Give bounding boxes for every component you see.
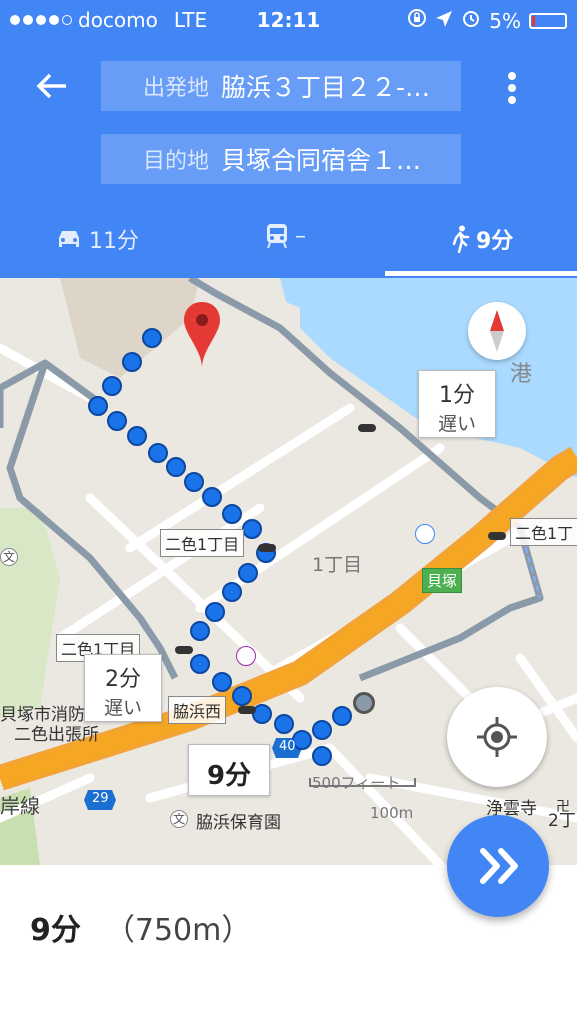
- alt-route-2-note: 遅い: [103, 697, 142, 719]
- directions-header: 出発地 脇浜３丁目２２-… 目的地 貝塚合同宿舎１… 11分 – 9分: [0, 38, 577, 278]
- route-dot: [142, 328, 162, 348]
- route-dot: [222, 504, 242, 524]
- start-navigation-button[interactable]: [447, 815, 549, 917]
- route-dot: [222, 582, 242, 602]
- walking-icon: [452, 225, 470, 253]
- back-arrow-icon: [36, 73, 66, 99]
- alt-route-1-time: 1分: [439, 383, 475, 408]
- school-icon: 文: [170, 810, 188, 828]
- tab-transit[interactable]: –: [265, 223, 306, 249]
- route-dot: [232, 686, 252, 706]
- travel-mode-tabs: 11分 – 9分: [0, 208, 577, 268]
- tab-car[interactable]: 11分: [55, 223, 139, 255]
- label-route-40: 40: [279, 739, 296, 754]
- walk-duration: 9分: [476, 229, 514, 254]
- route-dot: [292, 730, 312, 750]
- route-start-marker: [353, 692, 375, 714]
- route-dot: [184, 472, 204, 492]
- scale-feet: 500フィート: [312, 774, 401, 792]
- active-tab-indicator: [385, 271, 577, 276]
- shopping-icon: [236, 646, 256, 666]
- label-nishiki-right: 二色1丁: [510, 518, 577, 546]
- route-distance: （750m）: [104, 913, 252, 948]
- label-shore-line: 岸線: [0, 794, 40, 818]
- label-nursery: 脇浜保育園: [196, 813, 281, 833]
- map-view[interactable]: 港 1丁目 貝塚市消防 二色出張所 脇浜保育園 浄雲寺 2丁 岸線 29 40 …: [0, 278, 577, 865]
- more-vert-icon: [508, 72, 516, 104]
- label-nishiki1: 二色1丁目: [160, 529, 245, 557]
- car-duration: 11分: [89, 229, 139, 254]
- route-dot: [190, 621, 210, 641]
- traffic-light-icon: [175, 646, 193, 654]
- origin-label: 出発地: [142, 76, 209, 101]
- alarm-icon: [461, 8, 481, 33]
- double-chevron-right-icon: [480, 848, 518, 884]
- route-dot: [274, 714, 294, 734]
- origin-field[interactable]: 出発地 脇浜３丁目２２-…: [101, 61, 461, 111]
- battery-icon: [529, 12, 567, 29]
- route-dot: [242, 519, 262, 539]
- route-dot: [148, 443, 168, 463]
- status-bar: docomo LTE 12:11 5%: [0, 0, 577, 38]
- route-dot: [102, 376, 122, 396]
- origin-value: 脇浜３丁目２２-…: [221, 73, 431, 102]
- route-dot: [190, 654, 210, 674]
- route-dot: [122, 352, 142, 372]
- train-icon: [267, 224, 287, 249]
- route-dot: [238, 563, 258, 583]
- my-location-button[interactable]: [447, 687, 547, 787]
- route-dot: [166, 457, 186, 477]
- main-route-time: 9分: [206, 761, 252, 791]
- route-dot: [202, 487, 222, 507]
- destination-value: 貝塚合同宿舎１…: [221, 146, 422, 175]
- label-kaizuka: 貝塚: [422, 568, 463, 593]
- temple-icon: 卍: [556, 799, 570, 815]
- route-dot: [88, 396, 108, 416]
- route-dot: [127, 426, 147, 446]
- destination-field[interactable]: 目的地 貝塚合同宿舎１…: [101, 134, 461, 184]
- traffic-light-icon: [488, 532, 506, 540]
- label-minato: 港: [510, 362, 533, 387]
- route-dot: [312, 720, 332, 740]
- compass-button[interactable]: [468, 302, 526, 360]
- label-wakihama-nishi: 脇浜西: [168, 696, 227, 724]
- more-options-button[interactable]: [500, 68, 524, 108]
- route-dot: [205, 602, 225, 622]
- traffic-light-icon: [258, 544, 276, 552]
- battery-percent: 5%: [489, 8, 521, 33]
- gas-station-icon: [415, 524, 435, 544]
- destination-pin-icon: [184, 302, 220, 368]
- transit-duration: –: [295, 223, 306, 249]
- alt-route-bubble-2[interactable]: 2分 遅い: [84, 654, 162, 722]
- route-dot: [332, 706, 352, 726]
- scale-meters: 100m: [370, 804, 414, 822]
- car-icon: [59, 231, 79, 247]
- my-location-icon: [477, 717, 517, 757]
- route-dot: [312, 746, 332, 766]
- destination-label: 目的地: [142, 149, 209, 174]
- compass-icon: [490, 310, 504, 352]
- label-chome1: 1丁目: [312, 554, 363, 576]
- main-route-bubble[interactable]: 9分: [188, 744, 270, 796]
- alt-route-1-note: 遅い: [437, 413, 476, 435]
- route-dot: [212, 672, 232, 692]
- alt-route-2-time: 2分: [105, 667, 141, 692]
- label-route-29: 29: [92, 791, 109, 806]
- tab-walk[interactable]: 9分: [450, 223, 513, 255]
- alt-route-bubble-1[interactable]: 1分 遅い: [418, 370, 496, 438]
- location-arrow-icon: [435, 9, 453, 33]
- traffic-light-icon: [238, 706, 256, 714]
- back-button[interactable]: [32, 66, 72, 106]
- label-fire-station-2: 二色出張所: [14, 725, 99, 745]
- route-duration: 9分: [30, 913, 81, 948]
- rotation-lock-icon: [407, 8, 427, 33]
- school-icon-left: 文: [0, 548, 18, 566]
- traffic-light-icon: [358, 424, 376, 432]
- route-dot: [107, 411, 127, 431]
